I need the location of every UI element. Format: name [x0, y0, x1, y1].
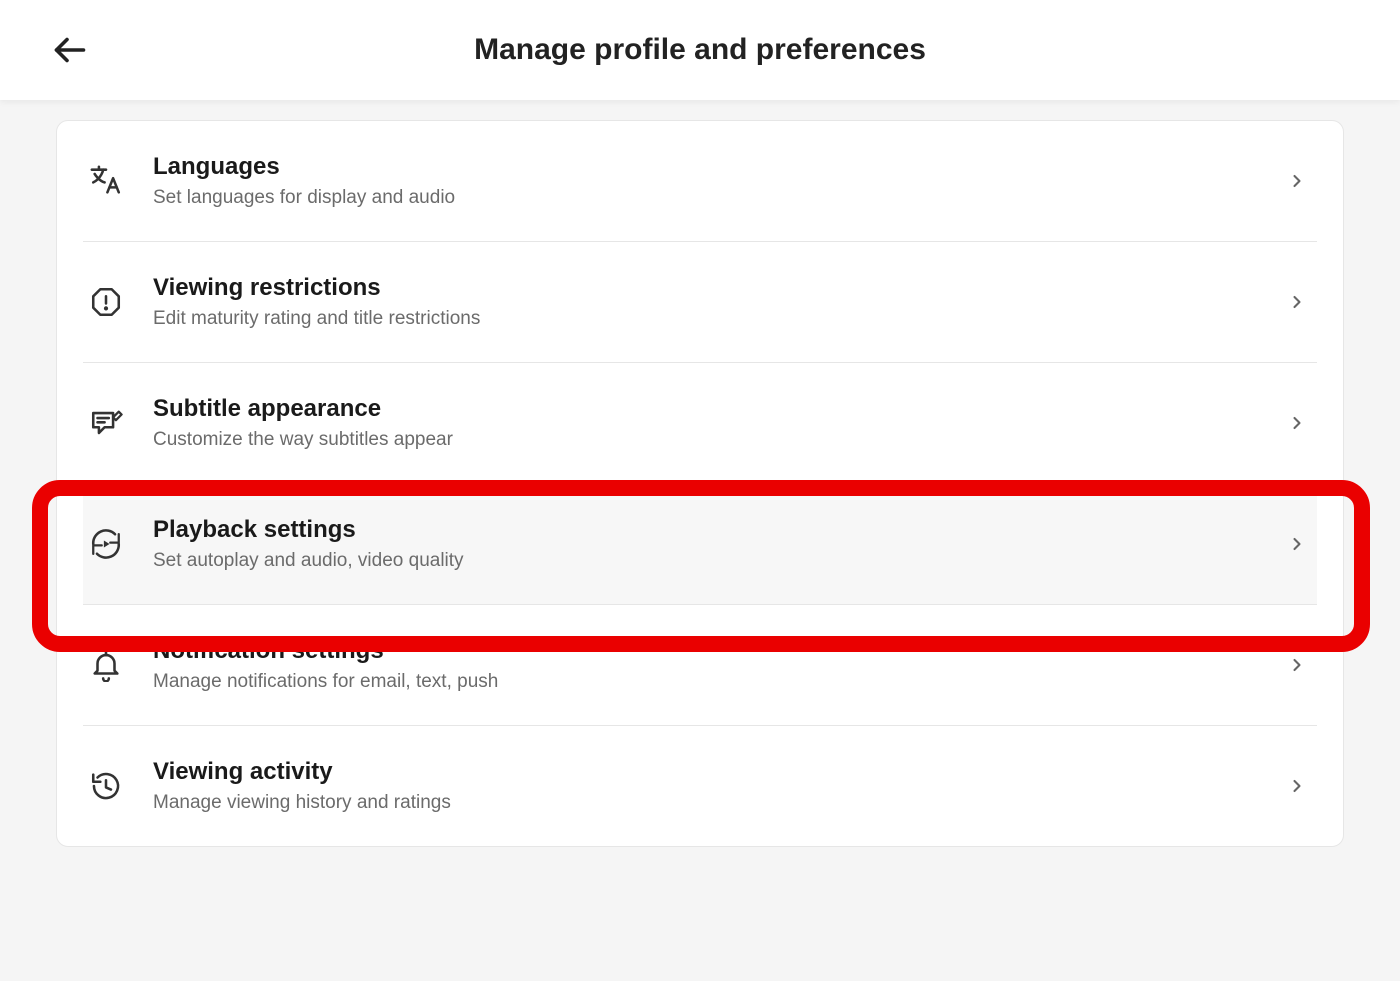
row-title: Viewing restrictions [153, 274, 1283, 302]
row-text: Playback settings Set autoplay and audio… [137, 516, 1283, 572]
row-languages[interactable]: Languages Set languages for display and … [83, 121, 1317, 242]
chevron-right-icon [1283, 776, 1311, 796]
page-title: Manage profile and preferences [0, 33, 1400, 67]
row-text: Viewing activity Manage viewing history … [137, 758, 1283, 814]
row-text: Subtitle appearance Customize the way su… [137, 395, 1283, 451]
row-viewing-restrictions[interactable]: Viewing restrictions Edit maturity ratin… [83, 242, 1317, 363]
row-subtitle: Edit maturity rating and title restricti… [153, 308, 1283, 330]
arrow-left-icon [52, 32, 88, 68]
row-viewing-activity[interactable]: Viewing activity Manage viewing history … [83, 726, 1317, 846]
bell-icon [89, 648, 137, 682]
chevron-right-icon [1283, 534, 1311, 554]
header: Manage profile and preferences [0, 0, 1400, 100]
back-button[interactable] [52, 32, 88, 68]
history-icon [89, 769, 137, 803]
row-text: Notification settings Manage notificatio… [137, 637, 1283, 693]
row-subtitle: Set languages for display and audio [153, 187, 1283, 209]
row-title: Notification settings [153, 637, 1283, 665]
row-subtitle: Customize the way subtitles appear [153, 429, 1283, 451]
chevron-right-icon [1283, 292, 1311, 312]
row-text: Viewing restrictions Edit maturity ratin… [137, 274, 1283, 330]
row-subtitle: Manage viewing history and ratings [153, 792, 1283, 814]
row-title: Subtitle appearance [153, 395, 1283, 423]
row-subtitle-appearance[interactable]: Subtitle appearance Customize the way su… [83, 363, 1317, 484]
languages-icon [89, 164, 137, 198]
row-title: Languages [153, 153, 1283, 181]
chevron-right-icon [1283, 413, 1311, 433]
chevron-right-icon [1283, 171, 1311, 191]
row-title: Playback settings [153, 516, 1283, 544]
chevron-right-icon [1283, 655, 1311, 675]
row-playback-settings[interactable]: Playback settings Set autoplay and audio… [83, 484, 1317, 605]
row-text: Languages Set languages for display and … [137, 153, 1283, 209]
playback-icon [89, 527, 137, 561]
row-subtitle: Set autoplay and audio, video quality [153, 550, 1283, 572]
restriction-icon [89, 285, 137, 319]
row-title: Viewing activity [153, 758, 1283, 786]
subtitle-icon [89, 406, 137, 440]
row-subtitle: Manage notifications for email, text, pu… [153, 671, 1283, 693]
row-notification-settings[interactable]: Notification settings Manage notificatio… [83, 605, 1317, 726]
settings-card: Languages Set languages for display and … [56, 120, 1344, 847]
